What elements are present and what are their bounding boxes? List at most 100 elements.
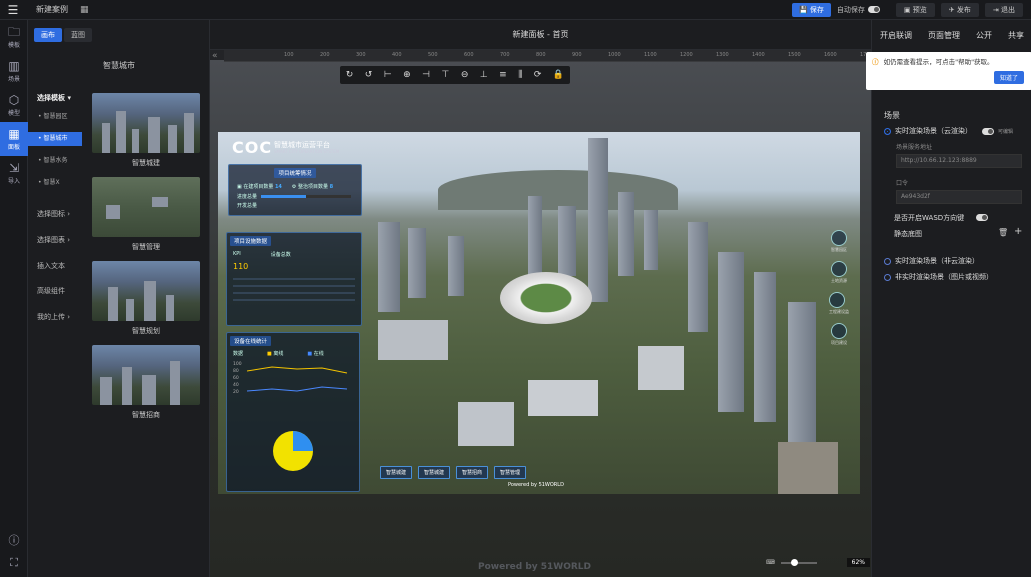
horizontal-ruler: 100 200 300 400 500 600 700 800 900 1000 1100 1200 1… — [224, 50, 871, 62]
align-top-icon[interactable]: ⊤ — [441, 70, 449, 80]
folder-icon: 🗀 — [7, 24, 20, 39]
editable-toggle[interactable] — [982, 127, 994, 135]
collapse-icon[interactable]: « — [212, 51, 218, 61]
preview-button[interactable]: ▣ 预览 — [895, 2, 935, 17]
category-template[interactable]: 选择模板 ▾ — [28, 93, 84, 103]
public-button[interactable]: 公开 — [976, 30, 992, 41]
side-item[interactable]: 土地资源 — [831, 261, 847, 284]
page-manage-button[interactable]: 页面管理 — [928, 30, 960, 41]
category-label: 选择模板 — [37, 94, 65, 102]
ruler-tick: 100 — [284, 52, 294, 58]
sub-item-water[interactable]: • 智慧水务 — [28, 154, 82, 168]
template-thumb-planning[interactable] — [92, 261, 200, 321]
bottom-tab[interactable]: 智慧管理 — [494, 466, 527, 479]
hud-device-online[interactable]: 设备在线统计 数据 ■ 离线 ■ 在线 100 80 60 40 20 — [226, 332, 360, 492]
side-item[interactable]: 智慧园区 — [831, 230, 847, 253]
option-static-render[interactable]: 非实时渲染场景（图片或视频） — [884, 272, 993, 282]
column-header: KPI — [233, 251, 241, 257]
template-thumb-management[interactable] — [92, 177, 200, 237]
rail-item-scene[interactable]: ▥ 场景 — [0, 54, 28, 88]
category-uploads[interactable]: 我的上传 › — [28, 312, 84, 322]
rail-item-model[interactable]: ⬡ 模型 — [0, 88, 28, 122]
template-thumb-construction[interactable] — [92, 93, 200, 153]
password-input[interactable]: Ae943d2f — [896, 190, 1022, 204]
align-right-icon[interactable]: ⊣ — [422, 70, 430, 80]
dashboard-canvas[interactable]: COC 智慧城市运营平台 SMART CITY OPERATION SYSTEM… — [218, 132, 860, 494]
template-thumb-investment[interactable] — [92, 345, 200, 405]
debug-button[interactable]: 开启联调 — [880, 30, 912, 41]
bottom-tabs: 智慧城建 智慧城建 智慧招商 智慧管理 — [380, 466, 527, 479]
side-item[interactable]: 工程建设监 — [829, 292, 849, 315]
undo-icon[interactable]: ↺ — [365, 70, 373, 80]
thumb-building — [170, 361, 180, 405]
ruler-tick: 800 — [536, 52, 546, 58]
building — [688, 222, 708, 332]
rotate-icon[interactable]: ⟳ — [534, 70, 542, 80]
hud-facility-data[interactable]: 项目设施数据 KPI 设备总数 110 — [226, 232, 362, 326]
bottom-tab[interactable]: 智慧城建 — [418, 466, 451, 479]
help-icon[interactable]: ⓘ — [0, 532, 28, 548]
rail-item-panel[interactable]: ▦ 面板 — [0, 122, 28, 156]
thumb-building — [122, 367, 132, 405]
add-icon[interactable]: + — [1014, 226, 1022, 237]
bottom-tab[interactable]: 智慧城建 — [380, 466, 413, 479]
redo-icon[interactable]: ↻ — [346, 70, 354, 80]
option-cloud-render[interactable]: 实时渲染场景（云渲染） 可编辑 — [884, 126, 1013, 136]
trash-icon[interactable]: 🗑 — [998, 228, 1008, 237]
building — [528, 196, 542, 276]
hud-project-overview[interactable]: 项目统筹情况 ▣ 在建项目数量 14 ⚙ 整治项目数量 8 进度总量 开发总量 — [228, 164, 362, 216]
distribute-v-icon[interactable]: ≡ — [499, 70, 507, 80]
category-charts[interactable]: 选择图表 › — [28, 235, 84, 245]
exit-button[interactable]: ⇥ 退出 — [984, 2, 1023, 17]
category-text[interactable]: 插入文本 — [28, 261, 84, 271]
scene-url-input[interactable]: http://10.66.12.123:8889 — [896, 154, 1022, 168]
tip-ok-button[interactable]: 知道了 — [993, 71, 1024, 84]
zoom-slider-thumb[interactable] — [790, 558, 798, 566]
tab-canvas[interactable]: 画布 — [34, 28, 62, 42]
option-local-render[interactable]: 实时渲染场景（非云渲染） — [884, 256, 979, 266]
tower — [588, 138, 608, 302]
share-button[interactable]: 共享 — [1008, 30, 1024, 41]
fullscreen-icon[interactable]: ⛶ — [0, 556, 28, 570]
radio-unselected[interactable] — [884, 257, 891, 265]
autosave-toggle[interactable]: 自动保存 — [837, 5, 880, 15]
align-left-icon[interactable]: ⊢ — [384, 70, 392, 80]
autosave-switch[interactable] — [867, 6, 880, 13]
category-label: 我的上传 — [37, 313, 65, 321]
properties-panel: 开启联调 页面管理 公开 共享 ⓘ 如仍需查看提示，可点击"帮助"获取。 知道了… — [866, 20, 1031, 577]
zoom-level[interactable]: 62% — [846, 558, 871, 567]
radio-unselected[interactable] — [884, 273, 891, 281]
align-middle-icon[interactable]: ⊖ — [461, 70, 469, 80]
ruler-tick: 200 — [320, 52, 330, 58]
align-bottom-icon[interactable]: ⊥ — [480, 70, 488, 80]
bottom-tab[interactable]: 智慧招商 — [456, 466, 489, 479]
align-center-icon[interactable]: ⊕ — [403, 70, 411, 80]
save-button[interactable]: 💾 保存 — [791, 2, 831, 17]
sub-item-x[interactable]: • 智慧X — [28, 176, 82, 190]
menu-icon[interactable]: ☰ — [0, 3, 26, 17]
category-icons[interactable]: 选择图标 › — [28, 209, 84, 219]
sub-item-city[interactable]: • 智慧城市 — [28, 132, 82, 146]
zoom-slider[interactable] — [780, 558, 817, 566]
template-label: 智慧城建 — [132, 159, 160, 167]
side-item[interactable]: 项目建设 — [831, 323, 847, 346]
sub-item-park[interactable]: • 智慧园区 — [28, 110, 82, 124]
ruler-tick: 400 — [392, 52, 402, 58]
ruler-tick: 1000 — [608, 52, 621, 58]
rail-item-import[interactable]: ⇲ 导入 — [0, 156, 28, 190]
category-advanced[interactable]: 高级组件 — [28, 286, 84, 296]
tab-blueprint[interactable]: 蓝图 — [64, 28, 92, 42]
lock-icon[interactable]: 🔒 — [553, 70, 564, 80]
keyboard-icon[interactable]: ⌨ — [766, 559, 775, 566]
layout-icon[interactable]: ▦ — [80, 5, 89, 15]
radio-selected[interactable] — [884, 127, 891, 135]
sub-item-label: 智慧园区 — [43, 113, 68, 120]
wasd-toggle[interactable] — [976, 214, 988, 221]
rail-item-template[interactable]: 🗀 模板 — [0, 20, 28, 54]
exit-icon: ⇥ — [992, 5, 999, 14]
thumb-building — [106, 205, 120, 219]
ruler-tick: 300 — [356, 52, 366, 58]
publish-button[interactable]: ✈ 发布 — [940, 2, 979, 17]
distribute-h-icon[interactable]: ⫼ — [518, 70, 522, 80]
zoom-control: ⌨ 62% — [766, 558, 871, 567]
